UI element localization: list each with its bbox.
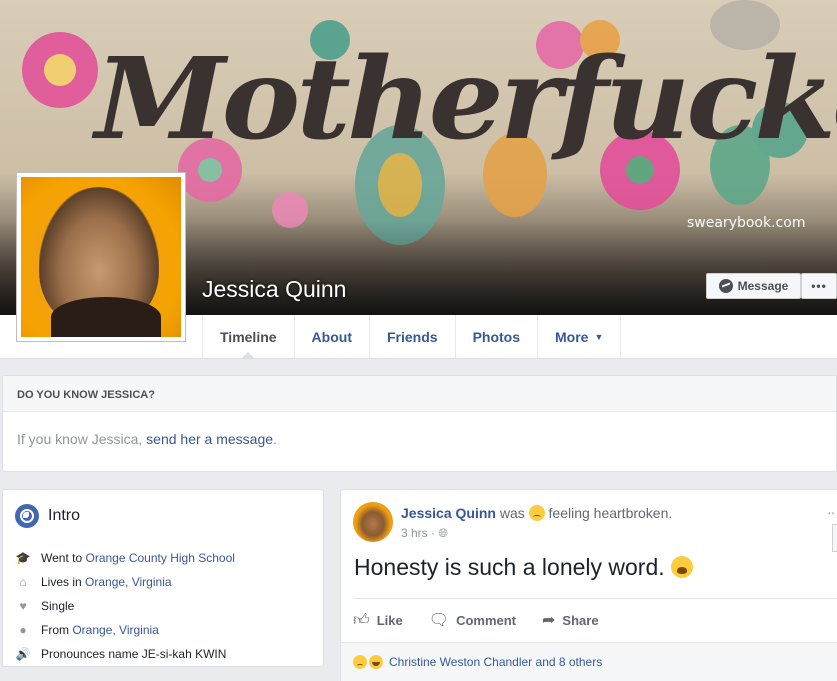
post-options-icon[interactable]: ·· (827, 504, 835, 520)
globe-privacy-icon[interactable]: 🌐︎ (438, 526, 448, 540)
do-you-know-box: DO YOU KNOW JESSICA? If you know Jessica… (2, 375, 837, 472)
share-label: Share (562, 612, 599, 628)
post-header: Jessica Quinn was feeling heartbroken. (401, 505, 672, 521)
reactions-text[interactable]: Christine Weston Chandler and 8 others (389, 655, 602, 669)
post-author-avatar[interactable] (353, 502, 393, 542)
intro-item-hometown: ● From Orange, Virginia (15, 618, 235, 642)
intro-item-text: Lives in (41, 575, 82, 589)
intro-title: Intro (48, 507, 81, 524)
post-meta: 3 hrs · 🌐︎ (401, 526, 448, 541)
do-you-know-prefix: If you know Jessica, (17, 431, 143, 447)
home-icon: ⌂ (19, 575, 27, 589)
like-label: Like (376, 612, 403, 628)
do-you-know-suffix: . (273, 431, 277, 447)
location-pin-icon: ● (19, 623, 27, 637)
do-you-know-text: If you know Jessica, send her a message. (3, 412, 836, 447)
post-was-text: was (499, 505, 525, 521)
intro-card: Intro 🎓 Went to Orange County High Schoo… (2, 489, 324, 667)
tab-friends[interactable]: Friends (370, 315, 456, 358)
crying-emoji-icon (670, 556, 693, 578)
comment-button[interactable]: 🗨︎ Comment (429, 610, 516, 630)
message-button[interactable]: Message (706, 273, 801, 299)
tab-label: Photos (472, 328, 521, 345)
do-you-know-heading: DO YOU KNOW JESSICA? (3, 376, 836, 412)
tab-label: About (311, 328, 352, 345)
comment-icon: 🗨︎ (428, 612, 450, 629)
intro-item-text: Went to (41, 551, 83, 565)
current-city-link[interactable]: Orange, Virginia (85, 575, 172, 589)
sound-icon[interactable]: 🔊 (15, 646, 31, 662)
heart-icon: ♥ (19, 599, 27, 613)
feed-post: Jessica Quinn was feeling heartbroken. 3… (340, 489, 837, 681)
caret-down-icon: ▼ (594, 331, 604, 342)
post-feeling-text: feeling heartbroken. (548, 505, 673, 521)
post-actions: 👍︎ Like 🗨︎ Comment ➦ Share (353, 610, 599, 630)
reactions-summary[interactable]: Christine Weston Chandler and 8 others (353, 655, 602, 669)
profile-more-button[interactable]: ••• (801, 273, 837, 299)
intro-item-education: 🎓 Went to Orange County High School (15, 546, 235, 570)
messenger-icon (718, 279, 733, 293)
comment-label: Comment (456, 612, 517, 628)
cover-art-text: Motherfucker (95, 32, 837, 165)
like-button[interactable]: 👍︎ Like (353, 610, 403, 630)
post-author-link[interactable]: Jessica Quinn (401, 505, 496, 521)
tab-timeline[interactable]: Timeline (203, 315, 295, 359)
message-button-label: Message (737, 279, 789, 293)
intro-list: 🎓 Went to Orange County High School ⌂ Li… (15, 546, 235, 666)
intro-item-text: From (41, 623, 69, 637)
sad-reaction-icon (353, 655, 367, 669)
tab-about[interactable]: About (295, 315, 370, 358)
intro-item-pronunciation: 🔊 Pronounces name JE-si-kah KWIN (15, 642, 235, 666)
thumbs-up-icon: 👍︎ (353, 611, 370, 629)
intro-item-text: Single (41, 599, 75, 613)
tab-photos[interactable]: Photos (456, 315, 539, 358)
intro-item-text: Pronounces name JE-si-kah KWIN (41, 647, 227, 661)
post-body: Honesty is such a lonely word. (354, 554, 693, 581)
post-timestamp[interactable]: 3 hrs · (401, 526, 435, 540)
hometown-link[interactable]: Orange, Virginia (72, 623, 159, 637)
post-side-edge (832, 524, 837, 552)
school-link[interactable]: Orange County High School (85, 551, 234, 565)
post-body-text: Honesty is such a lonely word. (354, 554, 665, 580)
intro-item-lives-in: ⌂ Lives in Orange, Virginia (15, 570, 235, 594)
share-button[interactable]: ➦ Share (542, 610, 599, 630)
post-divider (353, 598, 837, 599)
graduation-cap-icon: 🎓 (15, 551, 31, 565)
tab-label: More (555, 328, 589, 345)
heartbroken-emoji-icon (528, 505, 545, 521)
profile-picture[interactable] (16, 172, 186, 342)
ellipsis-icon: ••• (811, 279, 827, 293)
send-message-link[interactable]: send her a message (146, 431, 273, 447)
tab-more[interactable]: More ▼ (538, 315, 622, 358)
globe-icon (15, 504, 39, 528)
share-icon: ➦ (542, 612, 556, 629)
tab-label: Timeline (220, 328, 277, 345)
profile-name[interactable]: Jessica Quinn (202, 276, 346, 303)
tab-label: Friends (386, 328, 438, 345)
haha-reaction-icon (369, 655, 383, 669)
intro-item-relationship: ♥ Single (15, 594, 235, 618)
intro-header: Intro (15, 504, 80, 528)
post-reactions-bar: Christine Weston Chandler and 8 others (341, 642, 837, 681)
profile-photo (21, 177, 181, 337)
